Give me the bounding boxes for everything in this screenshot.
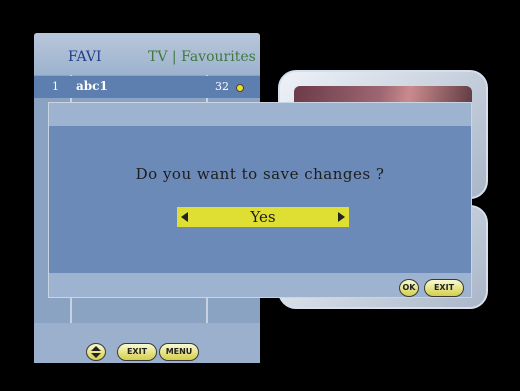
list-exit-button[interactable]: EXIT bbox=[117, 343, 157, 361]
dialog-title-bar bbox=[49, 103, 471, 126]
triangle-right-icon[interactable] bbox=[338, 212, 345, 222]
list-mode-title: TV | Favourites bbox=[148, 49, 256, 65]
ok-button[interactable]: OK bbox=[399, 279, 419, 297]
dialog-exit-button[interactable]: EXIT bbox=[424, 279, 464, 297]
channel-name: abc1 bbox=[76, 79, 108, 93]
menu-button[interactable]: MENU bbox=[159, 343, 199, 361]
dialog-message: Do you want to save changes ? bbox=[135, 165, 385, 183]
list-header: FAVI TV | Favourites bbox=[34, 33, 260, 75]
channel-lcn: 32 bbox=[215, 80, 229, 93]
favourite-group-name: FAVI bbox=[68, 49, 102, 65]
list-item[interactable]: 1 abc1 32 bbox=[34, 76, 260, 98]
up-arrow-icon bbox=[91, 346, 101, 351]
navigate-button[interactable] bbox=[86, 343, 106, 361]
dot-icon bbox=[236, 84, 244, 92]
save-changes-dialog: Do you want to save changes ? Yes bbox=[48, 102, 472, 298]
tv-screen: FAVI TV | Favourites 1 abc1 32 EXIT MENU… bbox=[0, 0, 520, 391]
option-selector[interactable]: Yes bbox=[177, 207, 349, 227]
down-arrow-icon bbox=[91, 353, 101, 358]
channel-number: 1 bbox=[52, 80, 59, 93]
selected-option: Yes bbox=[250, 208, 276, 226]
